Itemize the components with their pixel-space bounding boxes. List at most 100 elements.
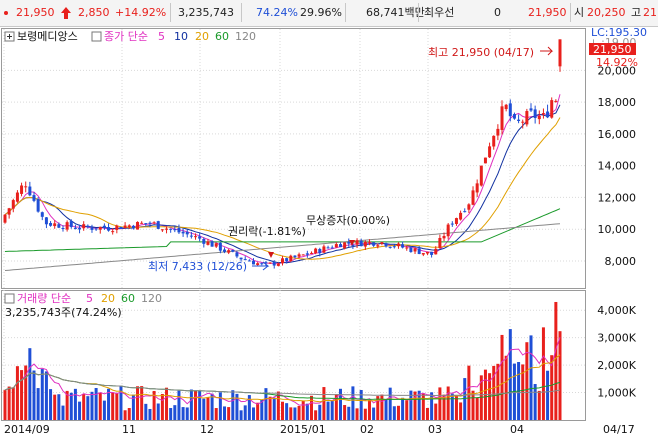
volume-bar [173,405,177,420]
volume-tick-label: 4,000K [597,304,636,317]
last-date-label: 04/17 [603,423,635,436]
volume-bar [380,394,384,420]
volume-bar [206,397,210,420]
volume-bar [160,393,164,420]
volume-bar [475,397,479,420]
ma-toggle-icon[interactable] [91,31,102,42]
volume-bar [165,387,169,420]
trade-value: 68,741백만 [366,6,425,19]
rights-event-label: 권리락(-1.81%) [228,225,306,238]
volume-bar [107,388,111,420]
volume-bar [442,394,446,420]
volume-bar [49,389,53,420]
volume-bar [239,410,243,420]
volume-bar [144,403,148,420]
turnover-rate: 29.96% [300,6,342,19]
date-tick-label: 03 [428,423,442,436]
volume-bar [529,335,533,420]
price-tick-label: 18,000 [598,96,637,109]
volume-bar [78,401,82,420]
volume-toggle-icon[interactable] [4,293,15,304]
volume-bar [421,393,425,420]
vol-ma20-period: 20 [101,292,115,305]
volume-bar [194,390,198,420]
volume-bar [363,408,367,420]
volume-bar [372,407,376,420]
volume-bar [330,400,334,420]
price-panel-header: 보령메디앙스 종가 단순 5 10 20 60 120 [4,30,256,43]
price-panel-frame [1,28,586,289]
candle [550,97,554,119]
volume-bar [102,400,106,420]
volume-bar [541,327,545,420]
volume-bar [347,406,351,420]
volume-bar [227,407,231,420]
volume-bar [558,331,562,420]
volume-bar [446,386,450,420]
ma10-period: 10 [174,30,188,43]
volume-bar [189,389,193,420]
vol-ma5-period: 5 [86,292,93,305]
ticker-bar: 21,950 2,850 +14.92% 3,235,743 74.24% 29… [0,0,658,27]
volume-tick-label: 3,000K [597,332,636,345]
volume-bar [57,394,61,420]
volume-bar [44,371,48,420]
price-tick-label: 12,000 [598,191,637,204]
volume-bar [525,342,529,420]
volume-bar [314,410,318,420]
volume-bar [90,391,94,420]
volume-bar [388,387,392,420]
volume-bar [53,394,57,420]
volume-bar [305,403,309,420]
volume-bar [450,393,454,420]
date-tick-label: 12 [200,423,214,436]
candle [36,197,40,213]
bonus-event-label: 무상증자(0.00%) [306,214,390,227]
volume-bar [434,403,438,420]
volume-bar [177,390,181,420]
volume-bar [7,386,11,420]
volume-bar [140,386,144,420]
status-dot-icon [4,11,8,15]
price-change-pct: +14.92% [115,6,167,19]
volume-bar [218,392,222,420]
volume-bar [256,402,260,420]
volume-bar [500,334,504,420]
volume-bar [28,348,32,420]
candle [136,221,140,230]
volume-bar [289,407,293,420]
stock-chart[interactable]: 보령메디앙스 종가 단순 5 10 20 60 120 거래량 단순 5 20 … [0,26,658,440]
volume-bar [73,388,77,420]
divider [170,3,171,22]
volume-bar [36,388,40,420]
volume-bar [293,407,297,420]
date-tick-label: 11 [122,423,136,436]
volume-bar [156,403,160,420]
volume-bar [297,405,301,420]
volume-bar [272,397,276,420]
volume-bar [425,407,429,420]
volume-bar [430,392,434,420]
volume-bar [351,386,355,420]
date-tick-label: 2014/09 [4,423,50,436]
volume-bar [243,405,247,420]
volume-bar [268,396,272,420]
preferred-label: 최우선 [424,6,455,19]
volume-bar [252,407,256,420]
price-tick-label: 10,000 [598,223,637,236]
volume-value: 3,235,743 [178,6,234,19]
price-tick-label: 8,000 [605,255,637,268]
current-price: 21,950 [16,6,55,19]
high-label: 고 [631,6,642,19]
volume-bar [223,406,227,420]
volume-bar [463,378,467,420]
candle [3,214,7,224]
ma-label: 종가 단순 [104,30,148,43]
volume-bar [181,407,185,420]
volume-title: 거래량 단순 [17,292,71,305]
ma5-period: 5 [158,30,165,43]
volume-bar [392,406,396,420]
vol-ma60-period: 60 [121,292,135,305]
volume-bar [111,392,115,420]
volume-bar [318,404,322,420]
